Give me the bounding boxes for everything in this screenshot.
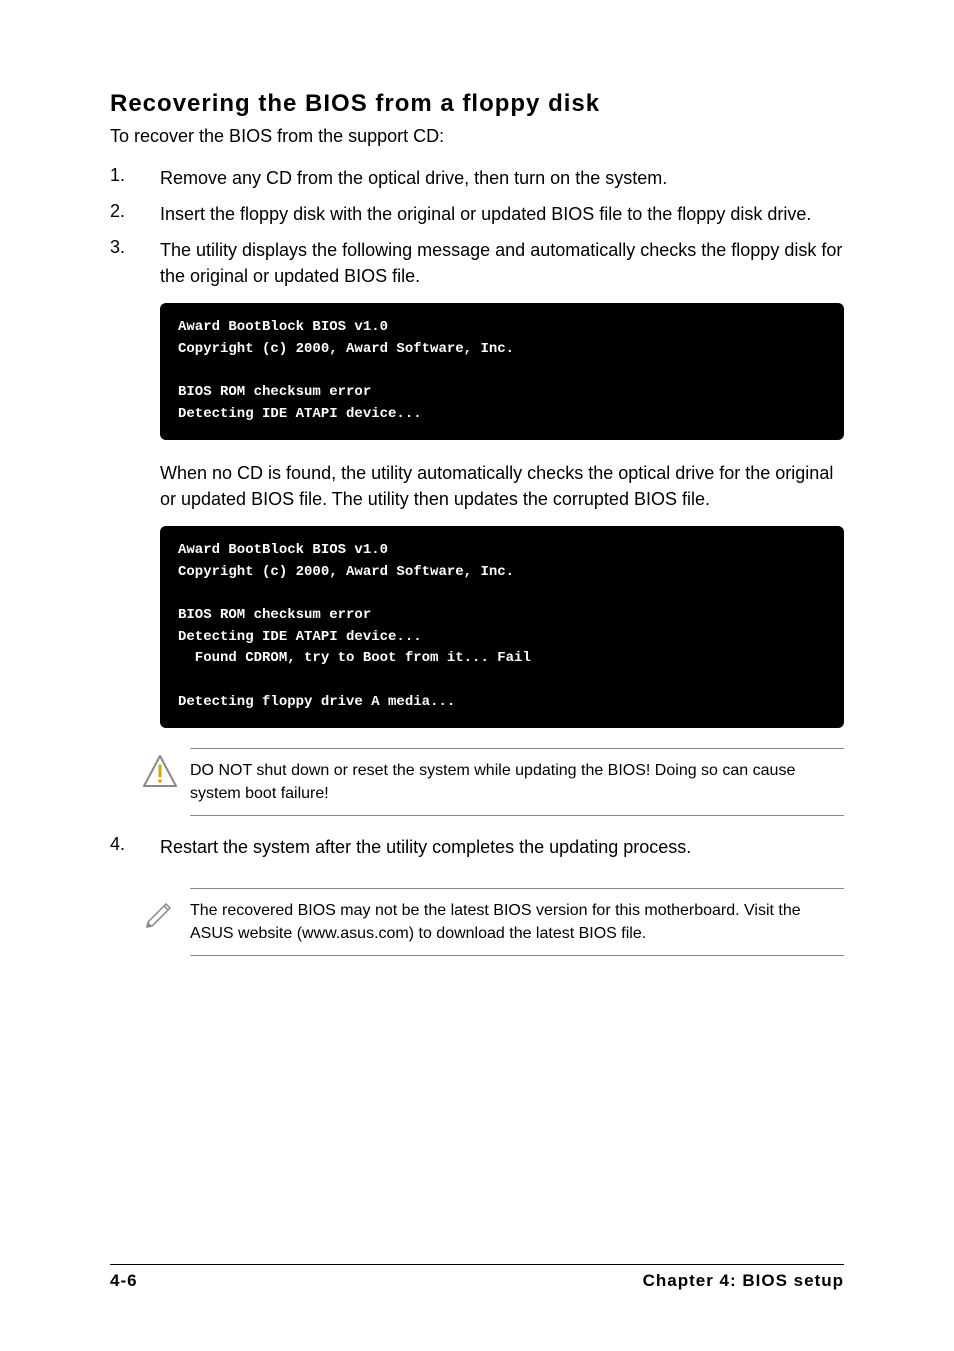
step-number: 2. bbox=[110, 201, 160, 227]
step-text: The utility displays the following messa… bbox=[160, 237, 844, 289]
warning-icon bbox=[130, 748, 190, 792]
step-number: 4. bbox=[110, 834, 160, 860]
step-4: 4. Restart the system after the utility … bbox=[110, 834, 844, 860]
step-3: 3. The utility displays the following me… bbox=[110, 237, 844, 289]
warning-callout: DO NOT shut down or reset the system whi… bbox=[110, 748, 844, 816]
paragraph-after-code1: When no CD is found, the utility automat… bbox=[160, 460, 844, 512]
terminal-output-2: Award BootBlock BIOS v1.0 Copyright (c) … bbox=[160, 526, 844, 728]
step-number: 3. bbox=[110, 237, 160, 289]
page-footer: 4-6 Chapter 4: BIOS setup bbox=[110, 1264, 844, 1291]
step-number: 1. bbox=[110, 165, 160, 191]
step-2: 2. Insert the floppy disk with the origi… bbox=[110, 201, 844, 227]
note-callout: The recovered BIOS may not be the latest… bbox=[110, 888, 844, 956]
step-1: 1. Remove any CD from the optical drive,… bbox=[110, 165, 844, 191]
warning-text: DO NOT shut down or reset the system whi… bbox=[190, 748, 844, 816]
page-number: 4-6 bbox=[110, 1271, 138, 1291]
step-text: Insert the floppy disk with the original… bbox=[160, 201, 811, 227]
step-text: Restart the system after the utility com… bbox=[160, 834, 691, 860]
note-text: The recovered BIOS may not be the latest… bbox=[190, 888, 844, 956]
pencil-icon bbox=[130, 888, 190, 932]
step-text: Remove any CD from the optical drive, th… bbox=[160, 165, 667, 191]
chapter-label: Chapter 4: BIOS setup bbox=[643, 1271, 844, 1291]
section-heading: Recovering the BIOS from a floppy disk bbox=[110, 90, 844, 118]
intro-text: To recover the BIOS from the support CD: bbox=[110, 126, 844, 147]
terminal-output-1: Award BootBlock BIOS v1.0 Copyright (c) … bbox=[160, 303, 844, 439]
